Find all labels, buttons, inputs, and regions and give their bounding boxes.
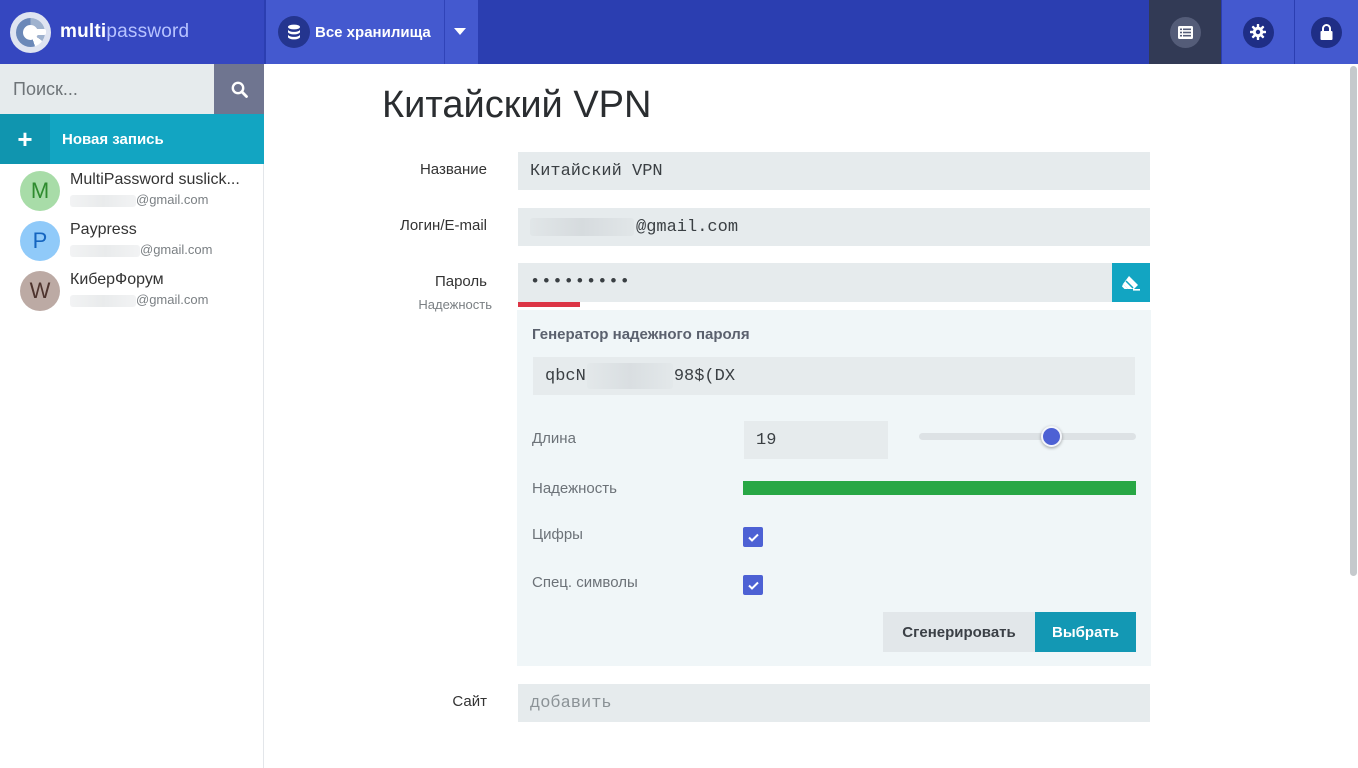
list-item-subtitle: @gmail.com xyxy=(70,242,212,257)
list-item-title: КиберФорум xyxy=(70,271,164,288)
name-field[interactable] xyxy=(518,152,1150,190)
vault-selector[interactable]: Все хранилища xyxy=(266,0,478,64)
list-item[interactable]: P Paypress @gmail.com xyxy=(0,214,264,264)
password-strength-bar xyxy=(518,302,580,307)
gear-icon xyxy=(1242,16,1274,48)
lock-icon xyxy=(1311,16,1342,48)
password-field[interactable] xyxy=(518,263,1112,302)
symbols-label: Спец. символы xyxy=(532,574,638,591)
generated-password[interactable]: qbcN 98$(DX xyxy=(533,357,1135,395)
vault-divider xyxy=(444,0,445,64)
list-view-button[interactable] xyxy=(1149,0,1221,64)
length-label: Длина xyxy=(532,430,576,447)
plus-icon: + xyxy=(0,114,50,164)
list-icon xyxy=(1169,16,1201,48)
search-bar xyxy=(0,64,264,114)
avatar: M xyxy=(20,171,60,211)
search-button[interactable] xyxy=(214,64,264,114)
scrollbar-thumb[interactable] xyxy=(1350,66,1357,576)
site-field[interactable] xyxy=(518,684,1150,722)
redacted-text xyxy=(586,363,673,389)
eraser-icon xyxy=(1122,275,1140,291)
page-title: Китайский VPN xyxy=(382,84,652,126)
caret-down-icon[interactable] xyxy=(454,28,466,35)
check-icon xyxy=(747,581,759,590)
list-item[interactable]: M MultiPassword suslick... @gmail.com xyxy=(0,164,264,214)
new-entry-button[interactable]: + Новая запись xyxy=(0,114,264,164)
login-field[interactable]: @gmail.com xyxy=(518,208,1150,246)
logo-icon xyxy=(10,11,51,53)
length-slider[interactable] xyxy=(919,433,1136,440)
lock-button[interactable] xyxy=(1295,0,1358,64)
generator-title: Генератор надежного пароля xyxy=(532,326,750,343)
list-item[interactable]: W КиберФорум @gmail.com xyxy=(0,264,264,314)
digits-checkbox[interactable] xyxy=(743,527,763,547)
search-input[interactable] xyxy=(0,64,214,114)
check-icon xyxy=(747,533,759,542)
digits-label: Цифры xyxy=(532,526,583,543)
list-item-title: Paypress xyxy=(70,221,137,238)
generate-button[interactable]: Сгенерировать xyxy=(883,612,1035,652)
settings-button[interactable] xyxy=(1222,0,1294,64)
length-slider-thumb[interactable] xyxy=(1041,426,1062,447)
brand-name: multipassword xyxy=(60,21,190,42)
list-item-title: MultiPassword suslick... xyxy=(70,171,240,188)
vault-label: Все хранилища xyxy=(315,23,431,41)
password-strength-label: Надежность xyxy=(418,297,492,312)
password-generator: Генератор надежного пароля qbcN 98$(DX Дл… xyxy=(517,310,1151,666)
list-item-subtitle: @gmail.com xyxy=(70,292,208,307)
sidebar: + Новая запись M MultiPassword suslick..… xyxy=(0,64,264,768)
strength-bar xyxy=(743,481,1136,495)
list-item-subtitle: @gmail.com xyxy=(70,192,208,207)
symbols-checkbox[interactable] xyxy=(743,575,763,595)
strength-label: Надежность xyxy=(532,480,617,497)
password-label: Пароль xyxy=(434,273,487,290)
brand[interactable]: multipassword xyxy=(0,0,264,64)
site-label: Сайт xyxy=(452,693,487,710)
search-icon xyxy=(231,81,248,98)
database-icon xyxy=(278,16,310,48)
select-button[interactable]: Выбрать xyxy=(1035,612,1136,652)
new-entry-label: Новая запись xyxy=(62,130,164,148)
top-bar: multipassword Все хранилища xyxy=(0,0,1358,64)
avatar: P xyxy=(20,221,60,261)
avatar: W xyxy=(20,271,60,311)
password-generator-toggle[interactable] xyxy=(1112,263,1150,302)
length-input[interactable] xyxy=(744,421,888,459)
login-label: Логин/E-mail xyxy=(400,217,487,234)
redacted-text xyxy=(530,218,634,236)
name-label: Название xyxy=(419,161,487,178)
